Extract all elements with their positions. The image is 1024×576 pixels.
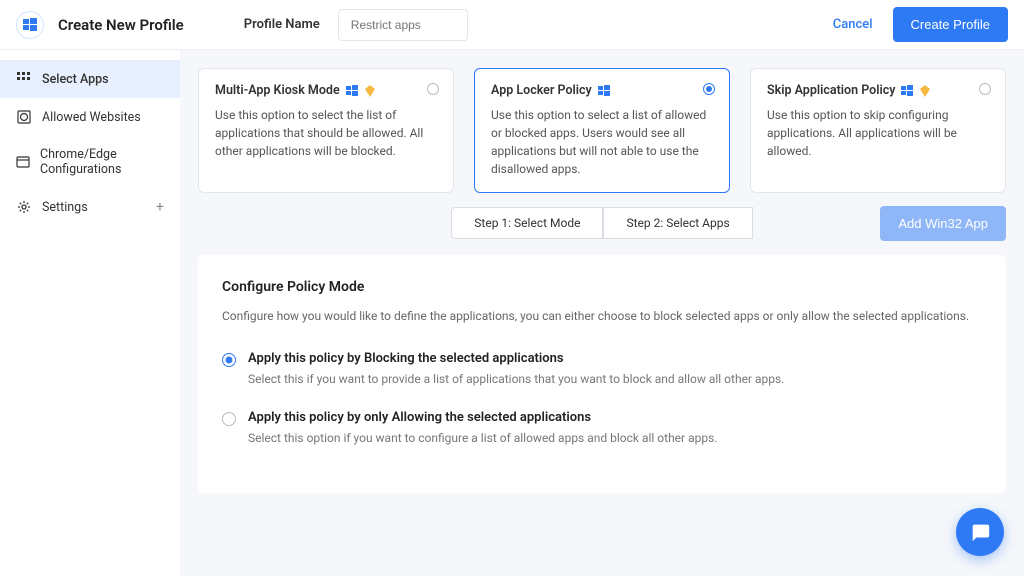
chat-fab[interactable] xyxy=(956,508,1004,556)
card-skip-policy[interactable]: Skip Application Policy Use this option … xyxy=(750,68,1006,193)
page-title: Create New Profile xyxy=(58,16,184,34)
panel-title: Configure Policy Mode xyxy=(222,279,982,295)
plus-icon[interactable]: + xyxy=(156,199,164,215)
card-desc: Use this option to select the list of ap… xyxy=(215,106,437,160)
sidebar-item-select-apps[interactable]: Select Apps xyxy=(0,60,180,98)
sidebar-item-label: Settings xyxy=(42,200,88,215)
card-radio[interactable] xyxy=(703,83,715,95)
option-title: Apply this policy by only Allowing the s… xyxy=(248,410,982,425)
windows-icon xyxy=(901,85,913,97)
sidebar-item-label: Chrome/Edge Configurations xyxy=(40,147,164,177)
kite-icon xyxy=(364,85,376,97)
sidebar-item-label: Allowed Websites xyxy=(42,110,141,125)
card-app-locker[interactable]: App Locker Policy Use this option to sel… xyxy=(474,68,730,193)
profile-name-label: Profile Name xyxy=(244,17,320,32)
card-desc: Use this option to skip configuring appl… xyxy=(767,106,989,160)
globe-icon xyxy=(16,109,32,125)
sidebar-item-settings[interactable]: Settings + xyxy=(0,188,180,226)
chat-icon xyxy=(969,521,991,543)
kite-icon xyxy=(919,85,931,97)
gear-icon xyxy=(16,199,32,215)
option-block: Apply this policy by Blocking the select… xyxy=(222,351,982,386)
option-title: Apply this policy by Blocking the select… xyxy=(248,351,982,366)
grid-icon xyxy=(16,71,32,87)
add-win32-app-button[interactable]: Add Win32 App xyxy=(880,206,1006,241)
card-desc: Use this option to select a list of allo… xyxy=(491,106,713,178)
card-radio[interactable] xyxy=(979,83,991,95)
option-desc: Select this option if you want to config… xyxy=(248,431,982,445)
tab-step1[interactable]: Step 1: Select Mode xyxy=(451,207,603,239)
card-title-text: Skip Application Policy xyxy=(767,83,895,98)
sidebar: Select Apps Allowed Websites Chrome/Edge… xyxy=(0,50,180,576)
sidebar-item-label: Select Apps xyxy=(42,72,109,87)
windows-icon xyxy=(346,85,358,97)
tab-step2[interactable]: Step 2: Select Apps xyxy=(603,207,752,239)
option-allow: Apply this policy by only Allowing the s… xyxy=(222,410,982,445)
option-desc: Select this if you want to provide a lis… xyxy=(248,372,982,386)
card-multi-app-kiosk[interactable]: Multi-App Kiosk Mode Use this option to … xyxy=(198,68,454,193)
header: Create New Profile Profile Name Cancel C… xyxy=(0,0,1024,50)
main-content: Multi-App Kiosk Mode Use this option to … xyxy=(180,50,1024,576)
panel-desc: Configure how you would like to define t… xyxy=(222,309,982,323)
option-radio-allow[interactable] xyxy=(222,412,236,426)
browser-icon xyxy=(16,154,30,170)
profile-name-input[interactable] xyxy=(338,9,468,41)
card-title-text: App Locker Policy xyxy=(491,83,592,98)
card-title-text: Multi-App Kiosk Mode xyxy=(215,83,340,98)
configure-panel: Configure Policy Mode Configure how you … xyxy=(198,255,1006,493)
cancel-button[interactable]: Cancel xyxy=(833,17,873,32)
card-radio[interactable] xyxy=(427,83,439,95)
sidebar-item-allowed-websites[interactable]: Allowed Websites xyxy=(0,98,180,136)
windows-icon xyxy=(598,85,610,97)
option-radio-block[interactable] xyxy=(222,353,236,367)
create-profile-button[interactable]: Create Profile xyxy=(893,7,1008,42)
sidebar-item-chrome-edge[interactable]: Chrome/Edge Configurations xyxy=(0,136,180,188)
logo-icon xyxy=(16,11,44,39)
